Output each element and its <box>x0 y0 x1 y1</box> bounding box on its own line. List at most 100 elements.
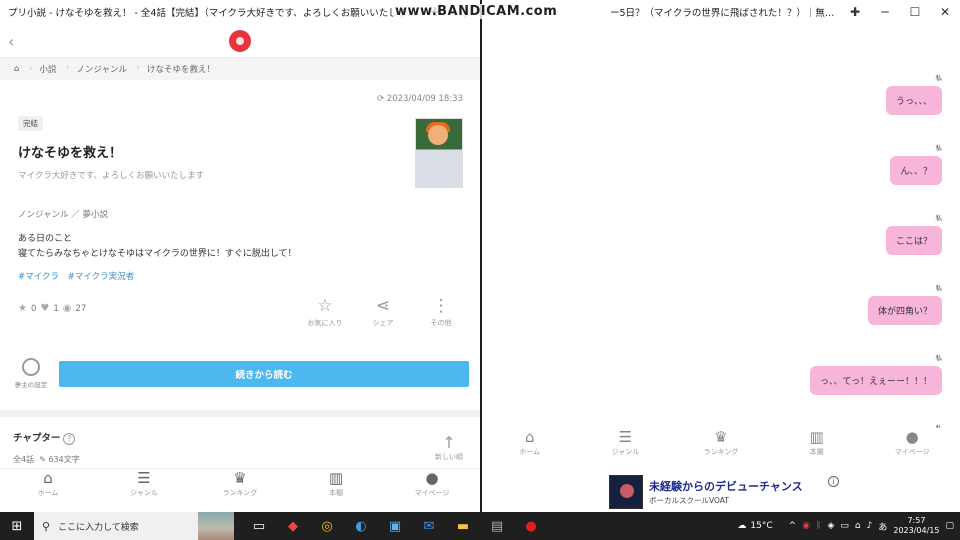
weather-widget[interactable]: ☁ 15°C <box>737 521 772 531</box>
nav-genre[interactable]: ☰ ジャンル <box>114 469 174 508</box>
nav-bookshelf[interactable]: ▥ 本棚 <box>787 428 847 466</box>
share-button[interactable]: ⋖ シェア <box>364 296 402 328</box>
minimize-icon[interactable]: ─ <box>870 5 900 19</box>
bandicam-watermark: www.BANDICAM.com <box>393 4 560 19</box>
store-icon[interactable]: ▣ <box>378 512 412 540</box>
reader-row: 夢主の設定 続きから読む <box>12 358 469 389</box>
breadcrumb: ⌂ 小説 ノンジャンル けなそゆを救え！ <box>0 58 480 80</box>
continue-reading-button[interactable]: 続きから読む <box>59 360 469 387</box>
status-badge: 完結 <box>18 116 43 131</box>
network-icon[interactable]: ⌂ <box>855 521 861 531</box>
taskbar-clock[interactable]: 7:57 2023/04/15 <box>893 516 939 536</box>
bookshelf-icon: ▥ <box>328 469 344 487</box>
search-highlight-image[interactable] <box>198 512 234 540</box>
left-tab-title: プリ小説 - けなそゆを救え！ - 全4話【完結】（マイクラ大好きです、よろしく… <box>8 8 417 19</box>
heart-count: 1 <box>53 303 59 314</box>
prichat-logo-icon[interactable] <box>229 29 251 52</box>
record-status-icon[interactable]: ◉ <box>802 521 810 531</box>
ad-info-icon[interactable]: i <box>828 476 839 487</box>
crown-icon: ♛ <box>714 428 728 446</box>
message-bubble: 体が四角い？ <box>867 296 942 325</box>
updated-date: ⟳ 2023/04/09 18:33 <box>376 94 463 104</box>
taskbar-apps: ▭ ◆ ◎ ◐ ▣ ✉ ▬ ▤ ● <box>242 512 548 540</box>
star-count: 0 <box>30 303 37 314</box>
view-count: 27 <box>75 303 87 314</box>
message-sender: 私 <box>935 144 943 152</box>
person-icon: ● <box>425 469 439 487</box>
chapter-heading: チャプター? <box>13 430 76 445</box>
heart-icon: ♥ <box>40 303 50 314</box>
back-chevron-icon[interactable]: ‹ <box>8 32 14 51</box>
breadcrumb-novel[interactable]: 小説 <box>29 63 69 75</box>
app-header: ‹ <box>0 24 480 58</box>
mail-icon[interactable]: ✉ <box>412 512 446 540</box>
taskbar-search[interactable]: ⚲ ここに入力して検索 <box>34 512 234 540</box>
sort-newest-button[interactable]: ↑ 新しい順 <box>434 433 464 462</box>
ime-indicator[interactable]: あ <box>878 520 887 533</box>
extensions-icon[interactable]: ✚ <box>840 5 870 19</box>
list-icon: ☰ <box>137 469 151 487</box>
security-icon[interactable]: ◈ <box>827 521 834 531</box>
home-icon: ⌂ <box>43 469 53 487</box>
arrow-up-icon: ↑ <box>442 433 456 452</box>
chat-message: 私 うっ、、、 <box>642 60 942 130</box>
favorite-button[interactable]: ☆ お気に入り <box>306 296 344 328</box>
file-explorer-icon[interactable]: ▬ <box>446 512 480 540</box>
avatar-icon <box>22 358 40 376</box>
help-icon[interactable]: ? <box>63 433 76 445</box>
notification-icon[interactable]: ▢ <box>945 521 954 531</box>
task-view-icon[interactable]: ▭ <box>242 512 276 540</box>
tag-link[interactable]: #マイクラ <box>18 272 59 282</box>
nav-ranking[interactable]: ♛ ランキング <box>210 469 270 508</box>
chevron-up-icon[interactable]: ^ <box>789 521 797 531</box>
message-sender: 私 <box>935 214 943 222</box>
genre-label[interactable]: ノンジャンル ／ 夢小説 <box>18 208 462 220</box>
app-icon-red[interactable]: ◆ <box>276 512 310 540</box>
message-bubble: っ、、てっ！えぇーー！！！ <box>810 366 942 395</box>
bandicam-record-icon[interactable]: ● <box>514 512 548 540</box>
tag-link[interactable]: #マイクラ実況者 <box>68 272 134 282</box>
list-icon: ☰ <box>618 428 633 446</box>
nav-bookshelf[interactable]: ▥ 本棚 <box>306 469 366 508</box>
remote-app-icon[interactable]: ▤ <box>480 512 514 540</box>
windows-start-icon[interactable]: ⊞ <box>0 519 34 534</box>
search-icon: ⚲ <box>42 519 51 533</box>
nav-mypage[interactable]: ● マイページ <box>402 469 462 508</box>
section-divider <box>0 410 480 417</box>
chrome-icon[interactable]: ◎ <box>310 512 344 540</box>
chat-message: 私 っ、、てっ！えぇーー！！！ <box>642 340 942 410</box>
close-icon[interactable]: ✕ <box>930 5 960 19</box>
nav-genre[interactable]: ☰ ジャンル <box>595 428 655 466</box>
more-vertical-icon: ⋮ <box>432 296 450 316</box>
bluetooth-icon[interactable]: ᛒ <box>816 521 821 531</box>
cover-image[interactable] <box>415 118 463 188</box>
tag-list: #マイクラ #マイクラ実況者 <box>18 270 462 282</box>
left-browser-window: プリ小説 - けなそゆを救え！ - 全4話【完結】（マイクラ大好きです、よろしく… <box>0 0 480 512</box>
nav-mypage[interactable]: ● マイページ <box>882 428 942 466</box>
cloud-sun-icon: ☁ <box>737 521 747 531</box>
battery-icon[interactable]: ▭ <box>840 521 849 531</box>
nav-home[interactable]: ⌂ ホーム <box>500 428 560 466</box>
story-subtitle: マイクラ大好きです、よろしくお願いいたします <box>18 171 205 181</box>
bookshelf-icon: ▥ <box>809 428 824 446</box>
reader-setting-button[interactable]: 夢主の設定 <box>12 358 50 389</box>
person-icon: ● <box>905 428 919 446</box>
chat-message: 私 ここは？ <box>642 200 942 270</box>
edge-icon[interactable]: ◐ <box>344 512 378 540</box>
eye-icon: ◉ <box>62 303 72 314</box>
volume-icon[interactable]: ♪ <box>867 521 873 531</box>
breadcrumb-genre[interactable]: ノンジャンル <box>66 63 139 75</box>
nav-home[interactable]: ⌂ ホーム <box>18 469 78 508</box>
star-outline-icon: ☆ <box>317 296 333 316</box>
story-stats: ★ 0 ♥ 1 ◉ 27 <box>18 303 86 314</box>
page-title: けなそゆを救え！ <box>18 146 123 161</box>
message-bubble: ん、、？ <box>890 156 942 185</box>
maximize-icon[interactable]: ☐ <box>900 5 930 19</box>
ad-banner[interactable]: 未経験からのデビューチャンス ボーカルスクールVOAT i <box>609 473 839 511</box>
home-icon[interactable]: ⌂ <box>4 64 33 74</box>
more-button[interactable]: ⋮ その他 <box>422 296 460 328</box>
ad-title[interactable]: 未経験からのデビューチャンス <box>649 478 803 494</box>
nav-ranking[interactable]: ♛ ランキング <box>691 428 751 466</box>
ad-image[interactable] <box>609 475 643 509</box>
chat-thread: 私 うっ、、、 私 ん、、？ 私 ここは？ 私 体が四角い？ 私 っ、、てっ！え… <box>642 60 942 480</box>
